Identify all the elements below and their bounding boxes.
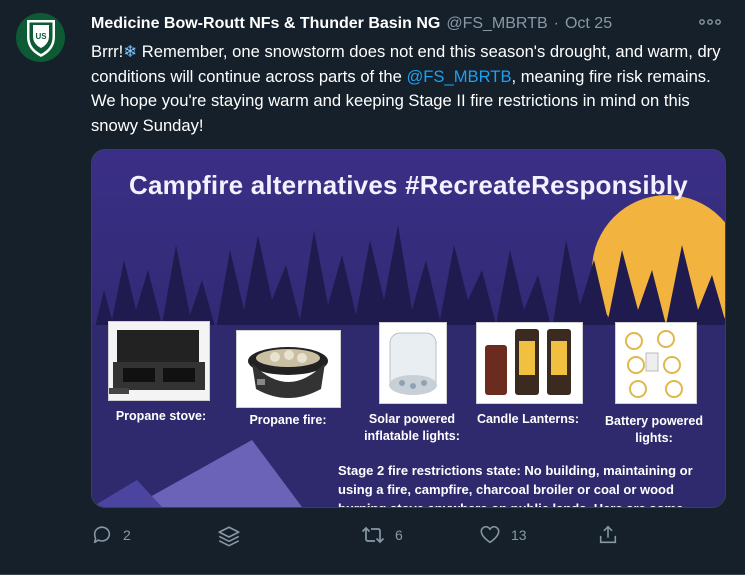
item-label: Battery powered lights: — [605, 414, 703, 445]
stack-button[interactable] — [216, 524, 242, 550]
tweet-header: Medicine Bow-Routt NFs & Thunder Basin N… — [91, 12, 731, 36]
snowflake-icon: ❄ — [123, 42, 138, 61]
like-count: 13 — [511, 527, 527, 543]
candle-lanterns-image — [476, 322, 583, 404]
item-label: Solar powered inflatable lights: — [364, 412, 460, 443]
avatar[interactable]: US — [16, 13, 65, 62]
retweet-count: 6 — [395, 527, 403, 543]
retweet-icon — [361, 526, 385, 544]
tweet-text: Brrr!❄ Remember, one snowstorm does not … — [91, 40, 721, 138]
svg-text:US: US — [35, 32, 47, 41]
stage-restrictions-text: Stage 2 fire restrictions state: No buil… — [338, 463, 693, 507]
item-label: Propane stove: — [115, 409, 207, 423]
account-handle[interactable]: @FS_MBRTB — [446, 15, 547, 33]
tweet-actions: 2 6 13 — [91, 524, 731, 552]
mention-link[interactable]: @FS_MBRTB — [406, 67, 511, 86]
share-icon — [599, 525, 617, 544]
tweet-date[interactable]: Oct 25 — [565, 15, 612, 33]
tweet-media-image[interactable]: Campfire alternatives #RecreateResponsib… — [91, 149, 726, 508]
usda-forest-service-logo-icon: US — [26, 19, 55, 57]
separator: · — [553, 15, 559, 32]
heart-icon — [480, 525, 500, 544]
battery-lights-image — [615, 322, 697, 404]
propane-fire-image — [236, 330, 341, 408]
tweet-text-part1: Brrr! — [91, 42, 124, 61]
item-label: Propane fire: — [249, 413, 327, 427]
media-title: Campfire alternatives #RecreateResponsib… — [129, 170, 688, 200]
retweet-button[interactable]: 6 — [361, 524, 403, 546]
reply-button[interactable]: 2 — [91, 524, 131, 546]
like-button[interactable]: 13 — [479, 524, 527, 546]
item-label: Candle Lanterns: — [476, 412, 580, 426]
reply-count: 2 — [123, 527, 131, 543]
stack-icon — [218, 526, 240, 547]
more-icon[interactable] — [699, 12, 721, 29]
solar-light-image — [379, 322, 447, 404]
account-name[interactable]: Medicine Bow-Routt NFs & Thunder Basin N… — [91, 15, 440, 33]
share-button[interactable] — [597, 524, 619, 546]
reply-icon — [93, 526, 111, 544]
propane-stove-image — [108, 321, 210, 401]
